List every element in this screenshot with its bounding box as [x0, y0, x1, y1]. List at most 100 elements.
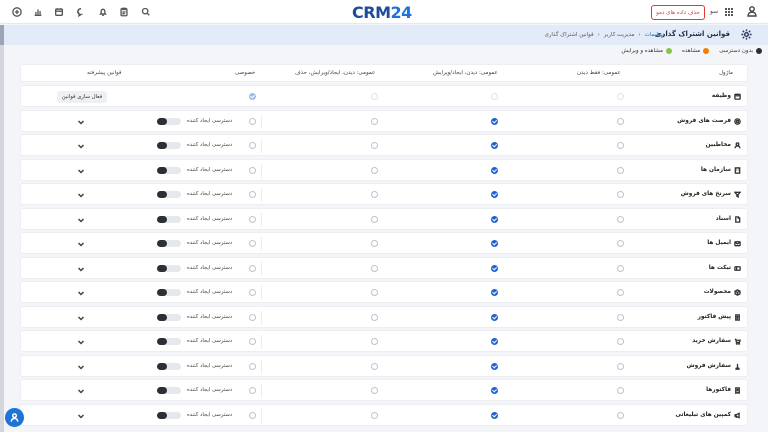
- user-icon[interactable]: [746, 5, 760, 19]
- radio-private[interactable]: [249, 166, 256, 174]
- radio-view-create-edit-delete[interactable]: [371, 142, 378, 149]
- radio-private[interactable]: [249, 411, 256, 419]
- radio-view-create-edit-delete[interactable]: [371, 117, 378, 125]
- radio-private[interactable]: [249, 338, 256, 345]
- radio-view-create-edit-delete[interactable]: [371, 411, 378, 419]
- radio-view-create-edit[interactable]: [491, 264, 498, 272]
- radio-view-only[interactable]: [617, 387, 624, 394]
- chevron-down-icon[interactable]: [77, 265, 85, 273]
- radio-view-only[interactable]: [617, 411, 624, 419]
- radio-private[interactable]: [249, 264, 256, 272]
- radio-view-create-edit[interactable]: [491, 166, 498, 174]
- radio-view-only[interactable]: [617, 142, 624, 149]
- chevron-down-icon[interactable]: [77, 338, 85, 346]
- breadcrumb-user-management[interactable]: مدیریت کاربر: [604, 32, 635, 38]
- radio-view-create-edit-delete[interactable]: [371, 191, 378, 198]
- chevron-down-icon[interactable]: [77, 412, 85, 420]
- radio-view-create-edit[interactable]: [491, 387, 498, 394]
- support-fab[interactable]: [5, 408, 24, 427]
- radio-view-create-edit[interactable]: [491, 215, 498, 223]
- radio-view-create-edit-delete[interactable]: [371, 313, 378, 321]
- radio-view-only[interactable]: [617, 289, 624, 296]
- radio-private[interactable]: [249, 313, 256, 321]
- calendar-icon[interactable]: [52, 5, 66, 19]
- crm24-logo[interactable]: CRM 24: [352, 2, 412, 22]
- radio-view-create-edit[interactable]: [491, 362, 498, 370]
- radio-private[interactable]: [249, 240, 256, 247]
- radio-view-only[interactable]: [617, 215, 624, 223]
- chart-icon[interactable]: [31, 5, 45, 19]
- apps-grid-icon[interactable]: [725, 8, 733, 16]
- creator-access-toggle[interactable]: [157, 215, 181, 223]
- chevron-down-icon[interactable]: [77, 289, 85, 297]
- radio-private[interactable]: [249, 289, 256, 296]
- radio-view-create-edit[interactable]: [491, 93, 498, 100]
- creator-access-toggle[interactable]: [157, 289, 181, 296]
- sharing-rules-table: ماژول عمومی: فقط دیدن عمومی: دیدن، ایجاد…: [20, 64, 748, 426]
- creator-access-toggle[interactable]: [157, 142, 181, 149]
- radio-view-only[interactable]: [617, 313, 624, 321]
- radio-view-only[interactable]: [617, 240, 624, 247]
- creator-access-toggle[interactable]: [157, 313, 181, 321]
- breadcrumb-settings[interactable]: تنظیمات: [645, 32, 664, 38]
- creator-access-toggle[interactable]: [157, 191, 181, 198]
- radio-private[interactable]: [249, 117, 256, 125]
- chevron-down-icon[interactable]: [77, 118, 85, 126]
- radio-view-create-edit-delete[interactable]: [371, 338, 378, 345]
- creator-access-toggle[interactable]: [157, 387, 181, 394]
- chevron-down-icon[interactable]: [77, 191, 85, 199]
- radio-view-create-edit-delete[interactable]: [371, 289, 378, 296]
- creator-access-toggle[interactable]: [157, 240, 181, 247]
- radio-view-only[interactable]: [617, 338, 624, 345]
- radio-view-create-edit[interactable]: [491, 289, 498, 296]
- radio-view-only[interactable]: [617, 166, 624, 174]
- radio-view-create-edit[interactable]: [491, 142, 498, 149]
- radio-private[interactable]: [249, 191, 256, 198]
- activate-rules-button[interactable]: فعال سازی قوانین: [57, 91, 107, 103]
- bell-icon[interactable]: [96, 5, 110, 19]
- chat-icon[interactable]: [74, 5, 88, 19]
- radio-private[interactable]: [249, 362, 256, 370]
- radio-view-create-edit-delete[interactable]: [371, 362, 378, 370]
- chevron-down-icon[interactable]: [77, 167, 85, 175]
- creator-access-toggle[interactable]: [157, 338, 181, 345]
- radio-view-create-edit-delete[interactable]: [371, 387, 378, 394]
- radio-private[interactable]: [249, 93, 256, 100]
- radio-private[interactable]: [249, 387, 256, 394]
- radio-view-create-edit-delete[interactable]: [371, 240, 378, 247]
- radio-view-create-edit[interactable]: [491, 191, 498, 198]
- chevron-down-icon[interactable]: [77, 240, 85, 248]
- radio-view-create-edit[interactable]: [491, 313, 498, 321]
- radio-view-only[interactable]: [617, 264, 624, 272]
- radio-view-create-edit-delete[interactable]: [371, 264, 378, 272]
- add-icon[interactable]: [10, 5, 24, 19]
- chevron-down-icon[interactable]: [77, 142, 85, 150]
- radio-private[interactable]: [249, 142, 256, 149]
- radio-private[interactable]: [249, 215, 256, 223]
- radio-view-only[interactable]: [617, 93, 624, 100]
- creator-access-toggle[interactable]: [157, 264, 181, 272]
- radio-view-create-edit[interactable]: [491, 240, 498, 247]
- creator-access-toggle[interactable]: [157, 411, 181, 419]
- chevron-down-icon[interactable]: [77, 314, 85, 322]
- legend-dot: [665, 48, 672, 54]
- radio-view-only[interactable]: [617, 362, 624, 370]
- radio-view-create-edit[interactable]: [491, 338, 498, 345]
- creator-access-toggle[interactable]: [157, 166, 181, 174]
- search-icon[interactable]: [139, 5, 153, 19]
- clipboard-icon[interactable]: [117, 5, 131, 19]
- chevron-down-icon[interactable]: [77, 363, 85, 371]
- radio-view-create-edit[interactable]: [491, 411, 498, 419]
- creator-access-toggle[interactable]: [157, 117, 181, 125]
- radio-view-create-edit-delete[interactable]: [371, 215, 378, 223]
- creator-access-toggle[interactable]: [157, 362, 181, 370]
- radio-view-only[interactable]: [617, 191, 624, 198]
- radio-view-create-edit-delete[interactable]: [371, 166, 378, 174]
- radio-view-only[interactable]: [617, 117, 624, 125]
- col-view-create-edit-delete: عمومی: دیدن، ایجاد/ویرایش، حذف: [295, 70, 376, 76]
- delete-demo-data-button[interactable]: حذف داده های دمو: [651, 5, 705, 20]
- chevron-down-icon[interactable]: [77, 387, 85, 395]
- radio-view-create-edit-delete[interactable]: [371, 93, 378, 100]
- chevron-down-icon[interactable]: [77, 216, 85, 224]
- radio-view-create-edit[interactable]: [491, 117, 498, 125]
